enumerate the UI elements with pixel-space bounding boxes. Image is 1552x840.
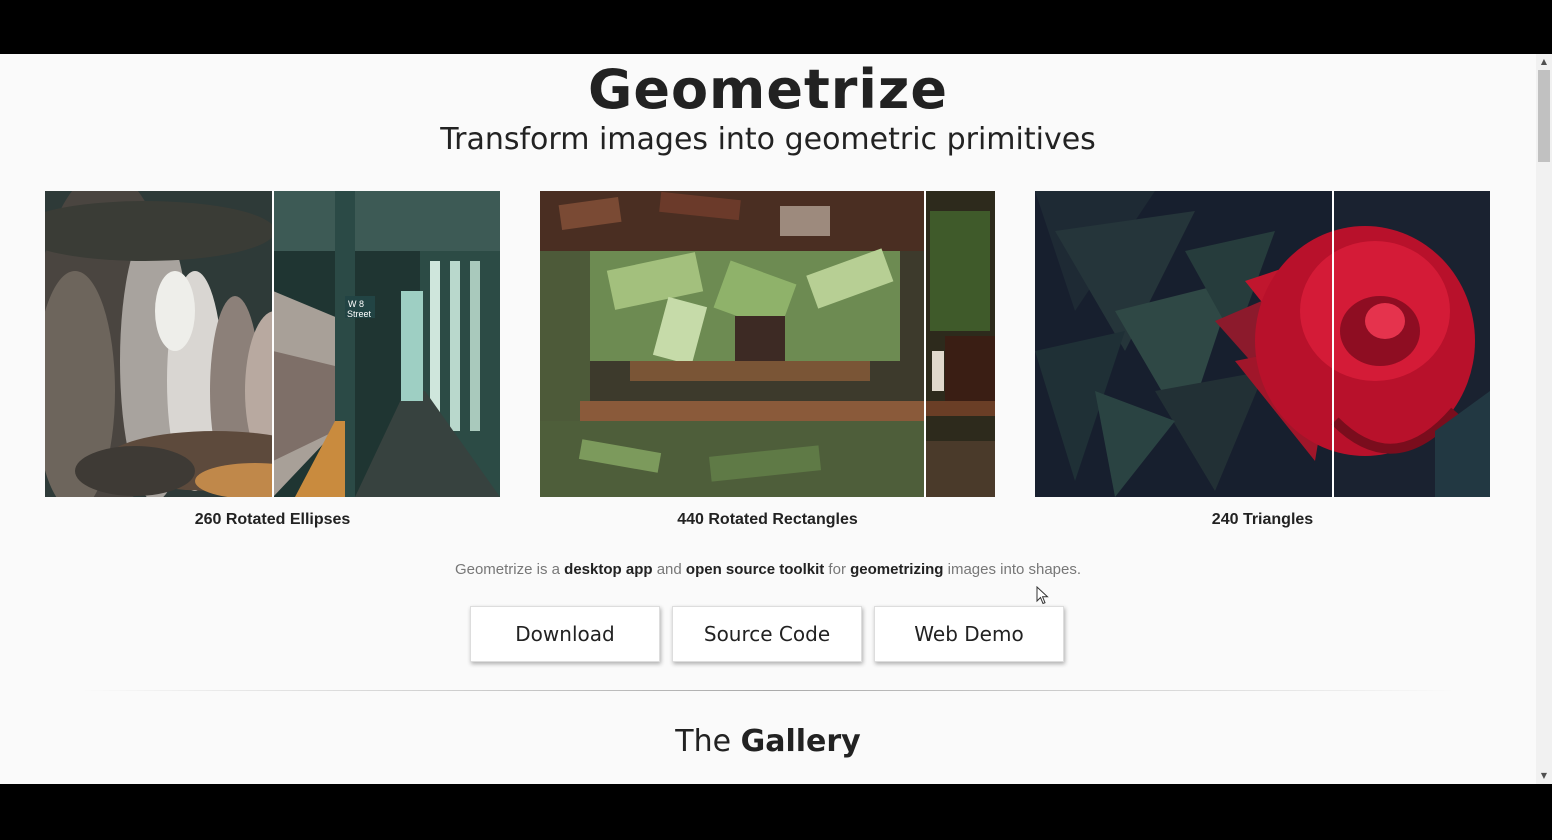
description: Geometrize is a desktop app and open sou…: [0, 561, 1536, 578]
example-caption: 240 Triangles: [1211, 511, 1314, 528]
description-bold: desktop app: [564, 561, 653, 578]
red-rose-image[interactable]: [1035, 191, 1490, 497]
scroll-down-icon[interactable]: ▼: [1536, 768, 1552, 784]
example-triangles: 240 Triangles: [1035, 191, 1490, 529]
web-demo-button[interactable]: Web Demo: [874, 606, 1064, 662]
example-caption: 260 Rotated Ellipses: [194, 511, 351, 528]
gallery-heading: The Gallery: [0, 724, 1536, 759]
forest-cafe-image[interactable]: [540, 191, 995, 497]
letterbox-top: [0, 0, 1552, 54]
page-subtitle: Transform images into geometric primitiv…: [440, 122, 1096, 157]
example-rectangles: 440 Rotated Rectangles: [540, 191, 995, 529]
description-text: images into shapes.: [943, 561, 1082, 578]
page-viewport: Geometrize Transform images into geometr…: [0, 54, 1536, 784]
description-text: and: [652, 561, 686, 578]
compare-slider[interactable]: [924, 191, 926, 497]
letterbox-bottom: [0, 784, 1552, 840]
description-bold: open source toolkit: [685, 561, 825, 578]
gallery-heading-prefix: The: [675, 724, 741, 759]
section-divider: [80, 690, 1456, 691]
example-ellipses: W 8 Street 260 Rotated Ellipses: [45, 191, 500, 529]
svg-text:Street: Street: [347, 309, 372, 319]
description-text: Geometrize is a: [454, 561, 565, 578]
svg-text:W 8: W 8: [348, 299, 364, 309]
action-buttons: Download Source Code Web Demo: [470, 606, 1064, 662]
download-button[interactable]: Download: [470, 606, 660, 662]
compare-slider[interactable]: [1332, 191, 1334, 497]
scroll-up-icon[interactable]: ▲: [1536, 54, 1552, 70]
source-code-button[interactable]: Source Code: [672, 606, 862, 662]
subway-platform-image[interactable]: W 8 Street: [45, 191, 500, 497]
mouse-cursor-icon: [1036, 586, 1049, 605]
description-text: for: [824, 561, 851, 578]
example-caption: 440 Rotated Rectangles: [677, 511, 858, 528]
description-bold: geometrizing: [850, 561, 944, 578]
scroll-thumb[interactable]: [1538, 70, 1550, 162]
compare-slider[interactable]: [272, 191, 274, 497]
gallery-heading-bold: Gallery: [740, 724, 861, 759]
vertical-scrollbar[interactable]: ▲ ▼: [1536, 54, 1552, 784]
page-title: Geometrize: [588, 58, 948, 121]
